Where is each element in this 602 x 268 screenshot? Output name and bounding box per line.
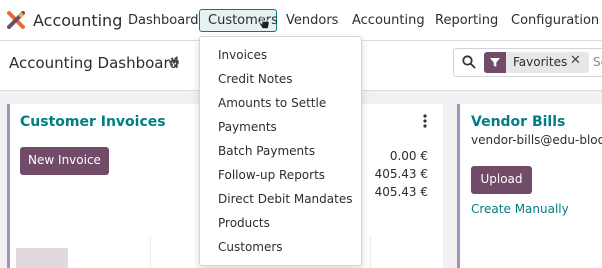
search-icon[interactable]: [462, 55, 476, 69]
search-input[interactable]: Se: [593, 55, 602, 69]
menu-item-payments[interactable]: Payments: [218, 120, 277, 134]
menu-item-follow-up-reports[interactable]: Follow-up Reports: [218, 168, 325, 182]
facet-label: Favorites: [513, 55, 568, 69]
app-logo-icon[interactable]: [7, 11, 25, 29]
hand-cursor-icon: [259, 16, 270, 29]
menu-item-customers[interactable]: Customers: [218, 240, 283, 254]
invoice-amount[interactable]: 405.43 €: [360, 185, 428, 199]
vendor-bills-email: vendor-bills@edu-bloom: [471, 133, 602, 147]
nav-vendors[interactable]: Vendors: [286, 13, 338, 28]
invoice-amount[interactable]: 405.43 €: [360, 167, 428, 181]
create-manually-link[interactable]: Create Manually: [471, 202, 569, 216]
invoice-amount[interactable]: 0.00 €: [360, 149, 428, 163]
vendor-bills-title[interactable]: Vendor Bills: [471, 114, 565, 130]
chart-gridline: [370, 236, 371, 268]
new-invoice-button[interactable]: New Invoice: [20, 147, 109, 175]
filter-icon: [484, 52, 506, 73]
kebab-menu-icon[interactable]: [423, 114, 427, 128]
menu-item-amounts-to-settle[interactable]: Amounts to Settle: [218, 96, 326, 110]
customer-invoices-title[interactable]: Customer Invoices: [20, 114, 166, 130]
nav-reporting[interactable]: Reporting: [435, 13, 498, 28]
invoice-chart-bar[interactable]: [16, 248, 68, 268]
nav-dashboard[interactable]: Dashboard: [128, 13, 199, 28]
menu-item-batch-payments[interactable]: Batch Payments: [218, 144, 315, 158]
nav-accounting[interactable]: Accounting: [352, 13, 425, 28]
menu-item-credit-notes[interactable]: Credit Notes: [218, 72, 293, 86]
page-title: Accounting Dashboard: [9, 54, 179, 72]
menu-item-products[interactable]: Products: [218, 216, 270, 230]
facet-remove-icon[interactable]: ✕: [570, 53, 581, 68]
app-name[interactable]: Accounting: [33, 11, 122, 30]
menu-item-invoices[interactable]: Invoices: [218, 48, 267, 62]
chart-gridline: [150, 236, 151, 268]
menu-item-direct-debit-mandates[interactable]: Direct Debit Mandates: [218, 192, 352, 206]
nav-configuration[interactable]: Configuration: [511, 13, 599, 28]
upload-button[interactable]: Upload: [471, 166, 532, 194]
gear-icon[interactable]: [168, 56, 180, 68]
